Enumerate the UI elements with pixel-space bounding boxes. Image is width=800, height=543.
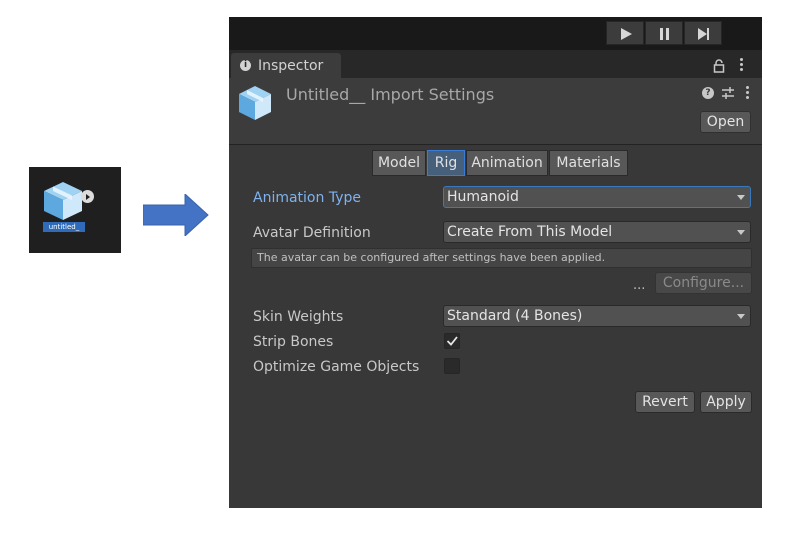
strip-bones-label: Strip Bones <box>253 334 334 350</box>
play-button[interactable] <box>606 21 644 45</box>
asset-label: untitled_ <box>43 222 85 232</box>
skin-weights-dropdown[interactable]: Standard (4 Bones) <box>443 305 751 327</box>
animation-type-dropdown[interactable]: Humanoid <box>443 186 751 208</box>
lock-icon[interactable] <box>713 59 725 73</box>
checkmark-icon <box>446 336 458 346</box>
tab-menu-icon[interactable] <box>740 58 743 73</box>
ellipsis-text: ... <box>633 278 646 293</box>
chevron-down-icon <box>737 314 745 319</box>
tab-model[interactable]: Model <box>372 150 426 176</box>
pause-button[interactable] <box>645 21 683 45</box>
play-badge-icon <box>81 190 94 203</box>
chevron-down-icon <box>737 230 745 235</box>
tab-animation[interactable]: Animation <box>466 150 548 176</box>
optimize-game-objects-checkbox[interactable] <box>444 358 460 374</box>
step-button[interactable] <box>684 21 722 45</box>
animation-type-label: Animation Type <box>253 190 361 206</box>
right-arrow-icon <box>143 194 209 236</box>
play-icon <box>621 28 632 40</box>
avatar-definition-label: Avatar Definition <box>253 225 371 241</box>
model-cube-icon <box>44 182 82 220</box>
help-box: The avatar can be configured after setti… <box>251 248 752 268</box>
chevron-down-icon <box>737 195 745 200</box>
open-button[interactable]: Open <box>700 111 751 133</box>
tab-materials[interactable]: Materials <box>549 150 628 176</box>
step-icon <box>698 28 709 40</box>
strip-bones-checkbox[interactable] <box>444 333 460 349</box>
animation-type-value: Humanoid <box>447 189 519 205</box>
configure-button[interactable]: Configure... <box>655 272 752 294</box>
skin-weights-value: Standard (4 Bones) <box>447 308 583 324</box>
skin-weights-label: Skin Weights <box>253 309 344 325</box>
model-cube-icon <box>239 86 271 120</box>
tab-rig[interactable]: Rig <box>427 150 465 176</box>
help-icon[interactable]: ? <box>702 87 714 99</box>
header-menu-icon[interactable] <box>746 86 749 101</box>
apply-button[interactable]: Apply <box>700 391 752 413</box>
page-title: Untitled__ Import Settings <box>286 85 495 104</box>
avatar-definition-value: Create From This Model <box>447 224 613 240</box>
optimize-game-objects-label: Optimize Game Objects <box>253 359 420 375</box>
pause-icon <box>660 28 669 40</box>
preset-settings-icon[interactable] <box>721 86 735 100</box>
revert-button[interactable]: Revert <box>635 391 695 413</box>
info-icon: i <box>240 60 251 71</box>
divider <box>229 144 762 145</box>
tab-inspector-label: Inspector <box>258 58 324 74</box>
avatar-definition-dropdown[interactable]: Create From This Model <box>443 221 751 243</box>
